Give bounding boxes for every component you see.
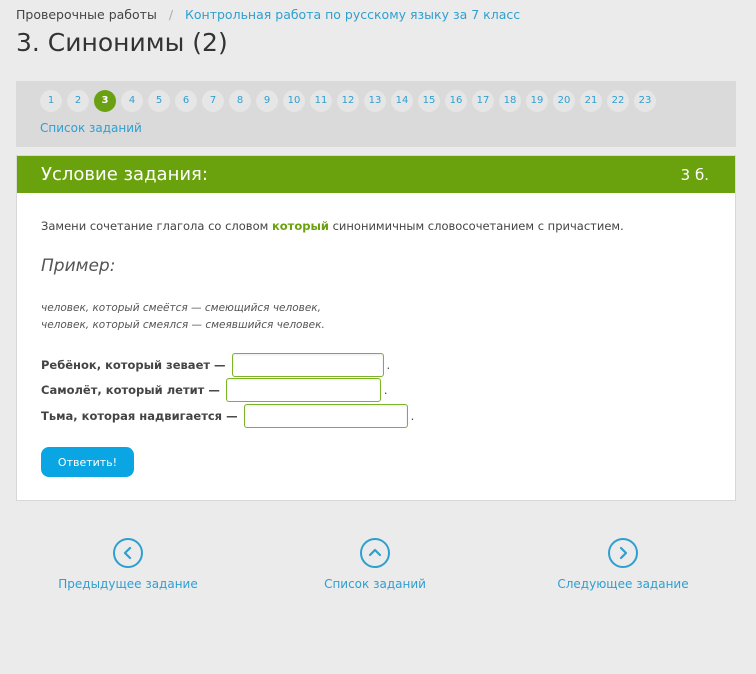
answer-input-3[interactable] <box>243 404 408 428</box>
submit-answer-button[interactable]: Ответить! <box>41 447 134 477</box>
page-number-1[interactable]: 1 <box>40 90 62 112</box>
chevron-right-icon <box>608 538 638 568</box>
page-number-22[interactable]: 22 <box>607 90 629 112</box>
instruction-keyword: который <box>271 219 329 233</box>
page-number-13[interactable]: 13 <box>364 90 386 112</box>
instruction-text-before: Замени сочетание глагола со словом <box>41 219 272 233</box>
page-number-15[interactable]: 15 <box>418 90 440 112</box>
page-number-17[interactable]: 17 <box>472 90 494 112</box>
question-row-2: Самолёт, который летит — . <box>41 378 388 402</box>
task-instruction: Замени сочетание глагола со словом котор… <box>41 219 624 233</box>
question-label-1: Ребёнок, который зевает — <box>41 358 226 372</box>
page-number-10[interactable]: 10 <box>283 90 305 112</box>
next-task-label: Следующее задание <box>557 577 689 591</box>
example-title: Пример: <box>41 256 116 276</box>
question-suffix-2: . <box>383 383 388 397</box>
task-pager: 1 2 3 4 5 6 7 8 9 10 11 12 13 14 15 16 1… <box>40 90 656 112</box>
task-card: Условие задания: 3 б. Замени сочетание г… <box>16 155 736 501</box>
page-number-2[interactable]: 2 <box>67 90 89 112</box>
previous-task-label: Предыдущее задание <box>58 577 198 591</box>
chevron-left-icon <box>113 538 143 568</box>
task-score: 3 б. <box>680 166 709 184</box>
task-list-bottom-label: Список заданий <box>324 577 426 591</box>
page-number-21[interactable]: 21 <box>580 90 602 112</box>
breadcrumb-separator: / <box>168 7 174 22</box>
question-row-1: Ребёнок, который зевает — . <box>41 353 390 377</box>
question-row-3: Тьма, которая надвигается — . <box>41 404 414 428</box>
instruction-text-after: синонимичным словосочетанием с причастие… <box>328 219 624 233</box>
page-number-19[interactable]: 19 <box>526 90 548 112</box>
task-header-title: Условие задания: <box>41 164 208 185</box>
page-number-16[interactable]: 16 <box>445 90 467 112</box>
page-number-5[interactable]: 5 <box>148 90 170 112</box>
breadcrumb-root[interactable]: Проверочные работы <box>16 7 157 22</box>
page-number-18[interactable]: 18 <box>499 90 521 112</box>
question-suffix-1: . <box>386 358 391 372</box>
page-number-12[interactable]: 12 <box>337 90 359 112</box>
example-line-1: человек, который смеётся — смеющийся чел… <box>41 302 321 314</box>
page-number-23[interactable]: 23 <box>634 90 656 112</box>
page-title: 3. Синонимы (2) <box>16 28 228 57</box>
task-navigation: 1 2 3 4 5 6 7 8 9 10 11 12 13 14 15 16 1… <box>16 81 736 147</box>
question-suffix-3: . <box>410 409 415 423</box>
example-line-2: человек, который смеялся — смеявшийся че… <box>41 319 325 331</box>
page-number-3-current[interactable]: 3 <box>94 90 116 112</box>
breadcrumb: Проверочные работы / Контрольная работа … <box>16 7 520 22</box>
page-number-7[interactable]: 7 <box>202 90 224 112</box>
page-number-8[interactable]: 8 <box>229 90 251 112</box>
task-list-link[interactable]: Список заданий <box>40 121 142 135</box>
task-list-bottom-link[interactable]: Список заданий <box>315 538 435 591</box>
chevron-up-icon <box>360 538 390 568</box>
answer-input-1[interactable] <box>231 353 384 377</box>
task-header: Условие задания: 3 б. <box>17 156 735 193</box>
page-number-9[interactable]: 9 <box>256 90 278 112</box>
page-number-4[interactable]: 4 <box>121 90 143 112</box>
previous-task-link[interactable]: Предыдущее задание <box>53 538 203 591</box>
breadcrumb-current-link[interactable]: Контрольная работа по русскому языку за … <box>185 7 520 22</box>
next-task-link[interactable]: Следующее задание <box>548 538 698 591</box>
page-number-14[interactable]: 14 <box>391 90 413 112</box>
question-label-2: Самолёт, который летит — <box>41 383 220 397</box>
page-number-20[interactable]: 20 <box>553 90 575 112</box>
question-label-3: Тьма, которая надвигается — <box>41 409 238 423</box>
answer-input-2[interactable] <box>225 378 381 402</box>
page-number-11[interactable]: 11 <box>310 90 332 112</box>
page-number-6[interactable]: 6 <box>175 90 197 112</box>
